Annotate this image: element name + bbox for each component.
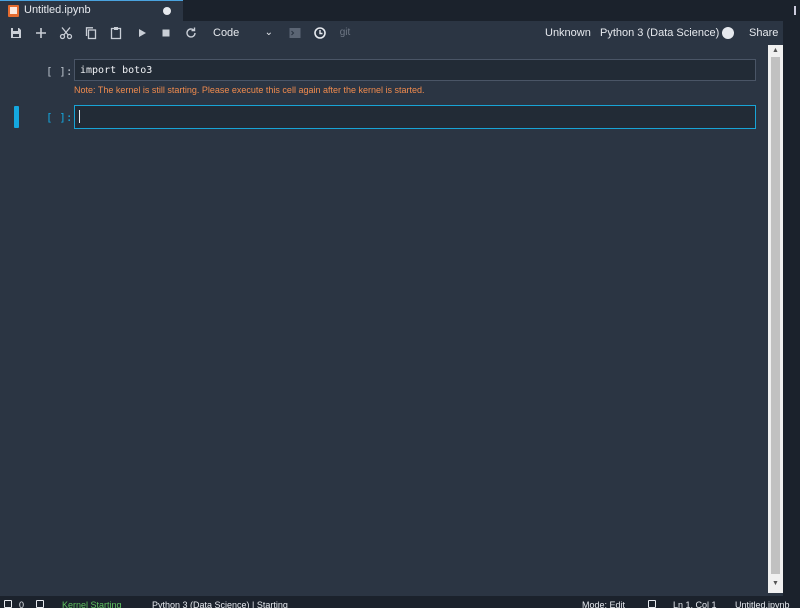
paste-button[interactable] [108, 25, 124, 41]
plus-icon [36, 28, 46, 38]
clipboard-icon [110, 27, 122, 40]
unsaved-dot-icon[interactable] [163, 7, 171, 15]
share-button[interactable]: Share [749, 27, 778, 39]
active-code-cell-input[interactable] [74, 105, 756, 129]
active-cell-indicator [14, 106, 19, 128]
kernel-name-button[interactable]: Python 3 (Data Science) [600, 27, 719, 39]
save-button[interactable] [8, 25, 24, 41]
text-cursor [79, 110, 80, 123]
copy-button[interactable] [83, 25, 99, 41]
notebook-file-icon [8, 5, 19, 17]
cell-type-select[interactable]: Code ⌄ [210, 24, 276, 42]
notebook-toolbar: Code ⌄ git Unknown Python 3 (Data Scienc… [0, 21, 792, 45]
cell-type-value: Code [213, 27, 240, 39]
tab-untitled-notebook[interactable]: Untitled.ipynb [0, 0, 183, 21]
kernel-status: Unknown [545, 27, 591, 39]
insert-cell-button[interactable] [33, 25, 49, 41]
code-cell-input[interactable]: import boto3 [74, 59, 756, 81]
mode-indicator[interactable]: Mode: Edit [582, 600, 625, 608]
copy-icon [85, 27, 97, 40]
status-bar: 0 Kernel Starting Python 3 (Data Science… [0, 596, 800, 608]
cell-prompt-active: [ ]: [46, 111, 73, 124]
kernel-warning-note: Note: The kernel is still starting. Plea… [74, 85, 425, 95]
scroll-up-arrow-icon[interactable]: ▲ [768, 45, 783, 57]
save-icon [11, 28, 21, 38]
chevron-down-icon: ⌄ [264, 27, 273, 38]
shield-icon [648, 600, 656, 608]
stop-icon [162, 29, 170, 37]
scissors-icon [59, 27, 73, 40]
status-file-name: Untitled.ipynb [735, 600, 790, 608]
restart-button[interactable] [183, 25, 199, 41]
clock-icon [314, 27, 326, 39]
terminal-button[interactable] [287, 25, 303, 41]
run-button[interactable] [134, 25, 150, 41]
refresh-icon [186, 27, 196, 38]
scrollbar-thumb[interactable] [771, 57, 780, 574]
right-sidebar-tab[interactable] [790, 0, 800, 21]
right-sidebar-gutter [783, 21, 800, 596]
kernel-count-icon[interactable] [36, 600, 44, 608]
kernel-idle-indicator-icon [722, 27, 734, 39]
clock-button[interactable] [312, 25, 328, 41]
terminal-count: 0 [19, 600, 25, 608]
scroll-down-arrow-icon[interactable]: ▼ [768, 578, 783, 590]
play-icon [139, 29, 146, 37]
kernel-state: Kernel Starting [62, 600, 122, 608]
notebook-panel: [ ]: import boto3 Note: The kernel is st… [0, 45, 768, 593]
property-inspector-icon [794, 6, 800, 15]
kernel-info[interactable]: Python 3 (Data Science) | Starting [152, 600, 288, 608]
terminal-count-icon[interactable] [4, 600, 12, 608]
terminal-icon [289, 28, 301, 38]
cut-button[interactable] [58, 25, 74, 41]
notebook-app: Untitled.ipynb Code ⌄ git Unknown Python… [0, 0, 800, 608]
tab-title: Untitled.ipynb [24, 4, 91, 16]
tab-bar: Untitled.ipynb [0, 0, 800, 21]
vertical-scrollbar[interactable]: ▲ ▼ [768, 45, 783, 593]
cell-prompt: [ ]: [46, 65, 73, 78]
git-button[interactable]: git [337, 25, 353, 41]
cursor-position[interactable]: Ln 1, Col 1 [673, 600, 717, 608]
interrupt-button[interactable] [158, 25, 174, 41]
